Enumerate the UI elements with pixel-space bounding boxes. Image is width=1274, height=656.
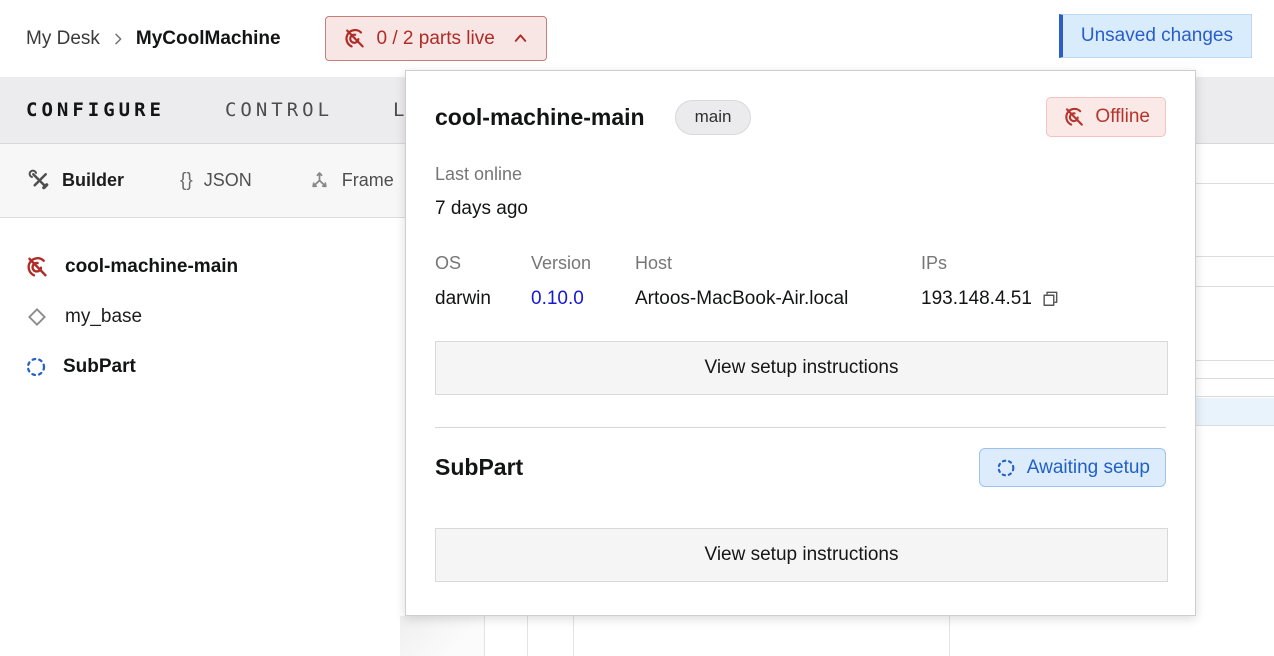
- sidebar-item-cool-machine-main[interactable]: cool-machine-main: [0, 242, 404, 292]
- tab-configure[interactable]: CONFIGURE: [26, 99, 165, 121]
- breadcrumb: My Desk MyCoolMachine: [26, 28, 281, 50]
- sidebar-item-my-base[interactable]: my_base: [0, 292, 404, 342]
- chevron-up-icon: [511, 29, 530, 48]
- top-header: My Desk MyCoolMachine 0 / 2 parts live U…: [0, 0, 1274, 77]
- main-part-section: cool-machine-main main Offline Last onli…: [406, 71, 1195, 428]
- offline-icon: [24, 254, 50, 280]
- offline-icon: [342, 26, 367, 51]
- tab-control[interactable]: CONTROL: [225, 99, 333, 121]
- copy-icon[interactable]: [1040, 289, 1060, 309]
- parts-live-label: 0 / 2 parts live: [377, 28, 495, 50]
- host-label: Host: [635, 253, 921, 274]
- background-divider: [484, 616, 485, 656]
- offline-status-badge: Offline: [1046, 97, 1166, 137]
- frame-mode-button[interactable]: Frame: [308, 169, 394, 192]
- main-part-badge: main: [675, 100, 752, 135]
- sidebar-item-label: cool-machine-main: [65, 256, 238, 278]
- os-value: darwin: [435, 288, 531, 310]
- view-setup-instructions-button[interactable]: View setup instructions: [435, 528, 1168, 582]
- ips-label: IPs: [921, 253, 1166, 274]
- sidebar-item-label: SubPart: [63, 356, 136, 378]
- sidebar-item-label: my_base: [65, 306, 142, 328]
- part-info-grid: OS darwin Version 0.10.0 Host Artoos-Mac…: [435, 253, 1166, 310]
- part-name-title: SubPart: [435, 454, 523, 481]
- background-content-right: [1196, 144, 1274, 656]
- offline-icon: [1062, 105, 1086, 129]
- frame-label: Frame: [342, 170, 394, 191]
- last-online-value: 7 days ago: [435, 198, 1166, 220]
- json-label: JSON: [204, 170, 252, 191]
- sub-part-section: SubPart Awaiting setup View setup instru…: [406, 428, 1195, 582]
- app-window: My Desk MyCoolMachine 0 / 2 parts live U…: [0, 0, 1274, 656]
- sidebar-item-subpart[interactable]: SubPart: [0, 342, 404, 392]
- last-online-label: Last online: [435, 164, 1166, 185]
- awaiting-setup-badge[interactable]: Awaiting setup: [979, 448, 1166, 487]
- builder-label: Builder: [62, 170, 124, 191]
- background-divider: [573, 616, 574, 656]
- os-label: OS: [435, 253, 531, 274]
- background-highlighted-row: [1196, 398, 1274, 425]
- part-name-title: cool-machine-main: [435, 104, 645, 131]
- builder-mode-button[interactable]: Builder: [28, 169, 124, 192]
- dashed-circle-icon: [24, 355, 48, 379]
- awaiting-setup-label: Awaiting setup: [1027, 457, 1150, 479]
- host-value: Artoos-MacBook-Air.local: [635, 288, 921, 310]
- curly-braces-icon: {}: [180, 170, 193, 192]
- dashed-circle-icon: [995, 457, 1017, 479]
- unsaved-changes-label: Unsaved changes: [1081, 25, 1233, 47]
- parts-live-status-button[interactable]: 0 / 2 parts live: [325, 16, 547, 61]
- last-online-group: Last online 7 days ago: [435, 164, 1166, 220]
- breadcrumb-my-desk[interactable]: My Desk: [26, 28, 100, 50]
- unsaved-changes-badge[interactable]: Unsaved changes: [1059, 14, 1252, 58]
- offline-status-label: Offline: [1095, 106, 1150, 128]
- background-divider: [949, 616, 950, 656]
- ips-value: 193.148.4.51: [921, 288, 1032, 310]
- version-link[interactable]: 0.10.0: [531, 288, 584, 310]
- frame-axes-icon: [308, 169, 331, 192]
- parts-status-dropdown: cool-machine-main main Offline Last onli…: [405, 70, 1196, 616]
- background-divider: [527, 616, 528, 656]
- breadcrumb-machine-name: MyCoolMachine: [136, 28, 281, 50]
- version-label: Version: [531, 253, 635, 274]
- machine-part-tree: cool-machine-main my_base SubPart: [0, 242, 404, 392]
- json-mode-button[interactable]: {} JSON: [180, 170, 252, 192]
- view-setup-instructions-button[interactable]: View setup instructions: [435, 341, 1168, 395]
- tools-icon: [28, 169, 51, 192]
- background-content-bottom: [400, 616, 484, 656]
- chevron-right-icon: [110, 31, 126, 47]
- diamond-icon: [24, 304, 50, 330]
